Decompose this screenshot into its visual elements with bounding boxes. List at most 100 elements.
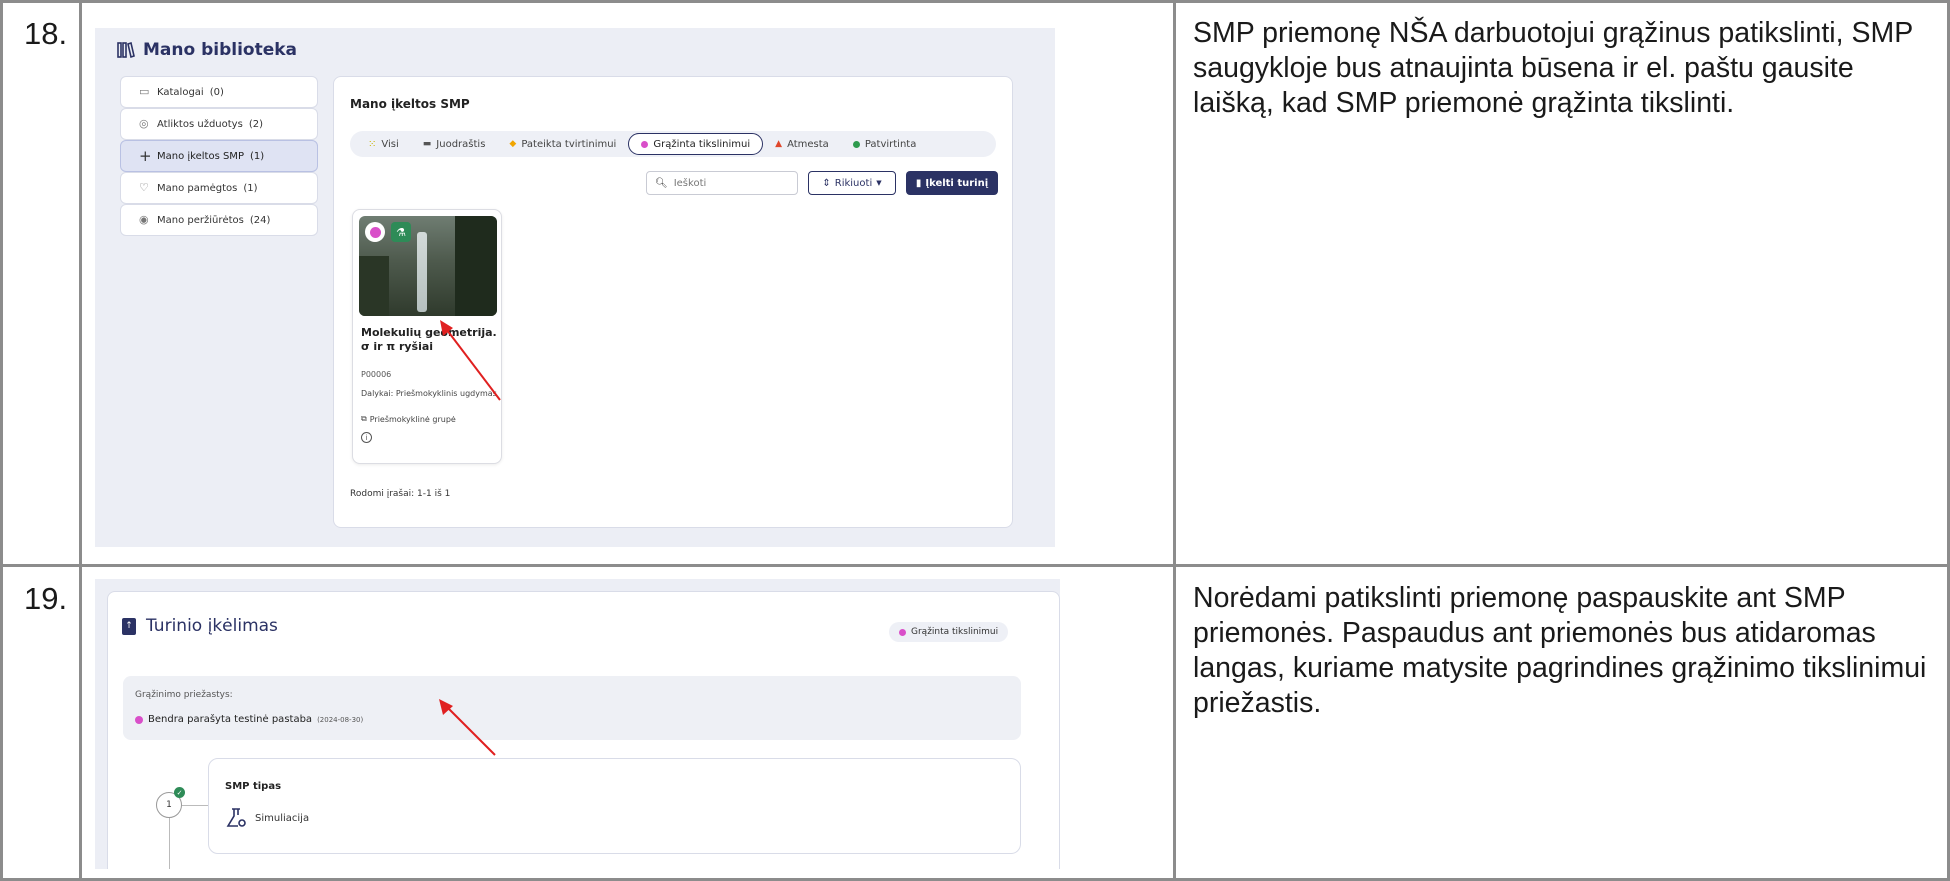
library-title-text: Mano biblioteka <box>143 40 298 60</box>
sidebar-item-count: (1) <box>243 182 258 194</box>
check-icon: ✓ <box>174 787 185 798</box>
upload-content-button[interactable]: ▮ Įkelti turinį <box>906 171 998 195</box>
group-icon: ⧉ <box>361 414 367 423</box>
sidebar-item-count: (2) <box>248 118 263 130</box>
status-label: Grąžinta tikslinimui <box>911 627 999 637</box>
card-thumbnail: ⚗ <box>359 216 497 316</box>
smp-type-label: Simuliacija <box>255 812 310 824</box>
draft-icon: ▬ <box>422 139 432 149</box>
content-upload-panel: ↑ Turinio įkėlimas Grąžinta tikslinimui … <box>107 591 1060 869</box>
catalog-icon: ▭ <box>139 85 150 98</box>
pentagon-icon <box>899 628 906 636</box>
sidebar-item-my-uploads[interactable]: + Mano įkeltos SMP (1) <box>120 140 318 172</box>
sort-button[interactable]: ⇕ Rikiuoti ▼ <box>808 171 896 195</box>
filter-tab-all[interactable]: ⁙ Visi <box>356 133 411 155</box>
plus-icon: + <box>139 147 152 165</box>
sidebar-item-label: Mano įkeltos SMP <box>157 150 244 162</box>
search-input[interactable]: 🔍︎ Ieškoti <box>646 171 798 195</box>
sidebar-item-label: Mano pamėgtos <box>157 182 238 194</box>
upload-screenshot: ↑ Turinio įkėlimas Grąžinta tikslinimui … <box>95 579 1060 869</box>
uploads-panel: Mano įkeltos SMP ⁙ Visi ▬ Juodraštis ◆ P… <box>333 76 1013 528</box>
library-screenshot: Mano biblioteka ▭ Katalogai (0) ◎ Atlikt… <box>95 28 1055 547</box>
table-border-left <box>0 0 3 881</box>
card-group-label: Priešmokyklinė grupė <box>369 414 456 424</box>
return-reasons-label: Grąžinimo priežastys: <box>135 690 233 700</box>
thumbnail-waterfall <box>417 232 427 312</box>
step-connector <box>182 805 208 806</box>
card-title: Molekulių geometrija. σ ir π ryšiai <box>361 326 497 353</box>
info-icon[interactable]: i <box>361 432 372 443</box>
pentagon-icon <box>369 226 381 238</box>
sort-label: Rikiuoti <box>834 177 873 189</box>
row-number: 18. <box>24 16 68 51</box>
simulation-flask-icon <box>226 808 246 827</box>
sidebar-item-count: (0) <box>209 86 224 98</box>
records-count: Rodomi įrašai: 1-1 iš 1 <box>350 489 451 499</box>
sidebar-item-completed-tasks[interactable]: ◎ Atliktos užduotys (2) <box>120 108 318 140</box>
filter-tab-rejected[interactable]: ▲ Atmesta <box>763 133 841 155</box>
file-icon: ▮ <box>915 177 922 189</box>
table-col-divider <box>1173 0 1176 881</box>
sidebar-item-label: Mano peržiūrėtos <box>157 214 244 226</box>
filter-tab-returned[interactable]: Grąžinta tikslinimui <box>628 133 764 155</box>
check-circle-icon: ◎ <box>139 117 149 130</box>
row-description: Norėdami patikslinti priemonę paspauskit… <box>1193 582 1927 719</box>
upload-file-icon: ↑ <box>122 617 136 635</box>
sidebar-item-favorites[interactable]: ♡ Mano pamėgtos (1) <box>120 172 318 204</box>
upload-label: Įkelti turinį <box>925 177 989 189</box>
chevron-down-icon: ▼ <box>876 179 882 187</box>
sidebar-item-count: (24) <box>249 214 271 226</box>
heart-icon: ♡ <box>139 181 149 194</box>
smp-type-section: SMP tipas Simuliacija <box>208 758 1021 854</box>
upload-title-text: Turinio įkėlimas <box>146 616 278 636</box>
filter-tab-label: Atmesta <box>787 138 829 150</box>
sidebar-item-viewed[interactable]: ◉ Mano peržiūrėtos (24) <box>120 204 318 236</box>
filter-tab-approved[interactable]: Patvirtinta <box>841 133 929 155</box>
smp-type-title: SMP tipas <box>225 781 282 792</box>
library-title: Mano biblioteka <box>117 40 297 60</box>
filter-tab-label: Patvirtinta <box>864 138 917 150</box>
grid-icon: ⁙ <box>368 138 377 150</box>
sidebar-item-catalogs[interactable]: ▭ Katalogai (0) <box>120 76 318 108</box>
card-group: ⧉ Priešmokyklinė grupė <box>361 414 456 424</box>
sidebar-item-label: Atliktos užduotys <box>157 118 243 130</box>
pentagon-icon <box>135 715 143 724</box>
sidebar-item-count: (1) <box>249 150 265 162</box>
step-connector <box>169 818 170 869</box>
table-border-top <box>0 0 1950 3</box>
diamond-icon: ◆ <box>509 139 517 149</box>
upload-title: ↑ Turinio įkėlimas <box>122 616 278 636</box>
row-number: 19. <box>24 581 68 616</box>
return-reason-item: Bendra parašyta testinė pastaba (2024-08… <box>135 714 363 725</box>
filter-tab-label: Grąžinta tikslinimui <box>653 138 751 150</box>
search-icon: 🔍︎ <box>655 177 668 189</box>
smp-type-value: Simuliacija <box>225 807 309 829</box>
status-filter-bar: ⁙ Visi ▬ Juodraštis ◆ Pateikta tvirtinim… <box>350 131 996 157</box>
pentagon-icon <box>641 140 649 148</box>
return-reason-date: (2024-08-30) <box>317 715 364 724</box>
flask-icon: ⚗ <box>391 222 411 242</box>
eye-icon: ◉ <box>139 213 149 226</box>
row-description: SMP priemonę NŠA darbuotojui grąžinus pa… <box>1193 17 1913 119</box>
return-reasons-box: Grąžinimo priežastys: Bendra parašyta te… <box>123 676 1021 740</box>
sidebar-item-label: Katalogai <box>157 86 204 98</box>
triangle-icon: ▲ <box>775 139 783 149</box>
filter-tab-label: Juodraštis <box>436 138 486 150</box>
library-icon <box>117 41 135 59</box>
sort-icon: ⇕ <box>822 177 831 189</box>
table-col-divider <box>79 0 82 881</box>
filter-tab-submitted[interactable]: ◆ Pateikta tvirtinimui <box>497 133 628 155</box>
card-subject: Dalykai: Priešmokyklinis ugdymas <box>361 389 497 398</box>
thumbnail-trees <box>455 216 497 316</box>
search-placeholder: Ieškoti <box>673 177 707 189</box>
circle-icon <box>852 140 860 148</box>
table-row-divider <box>0 564 1950 567</box>
card-code: P00006 <box>361 370 392 379</box>
returned-status-icon <box>365 222 385 242</box>
filter-tab-draft[interactable]: ▬ Juodraštis <box>411 133 498 155</box>
thumbnail-trees <box>359 256 389 316</box>
filter-tab-label: Visi <box>381 138 399 150</box>
content-card[interactable]: ⚗ Molekulių geometrija. σ ir π ryšiai P0… <box>352 209 502 464</box>
status-badge: Grąžinta tikslinimui <box>889 622 1009 642</box>
return-reason-text: Bendra parašyta testinė pastaba <box>148 714 313 725</box>
